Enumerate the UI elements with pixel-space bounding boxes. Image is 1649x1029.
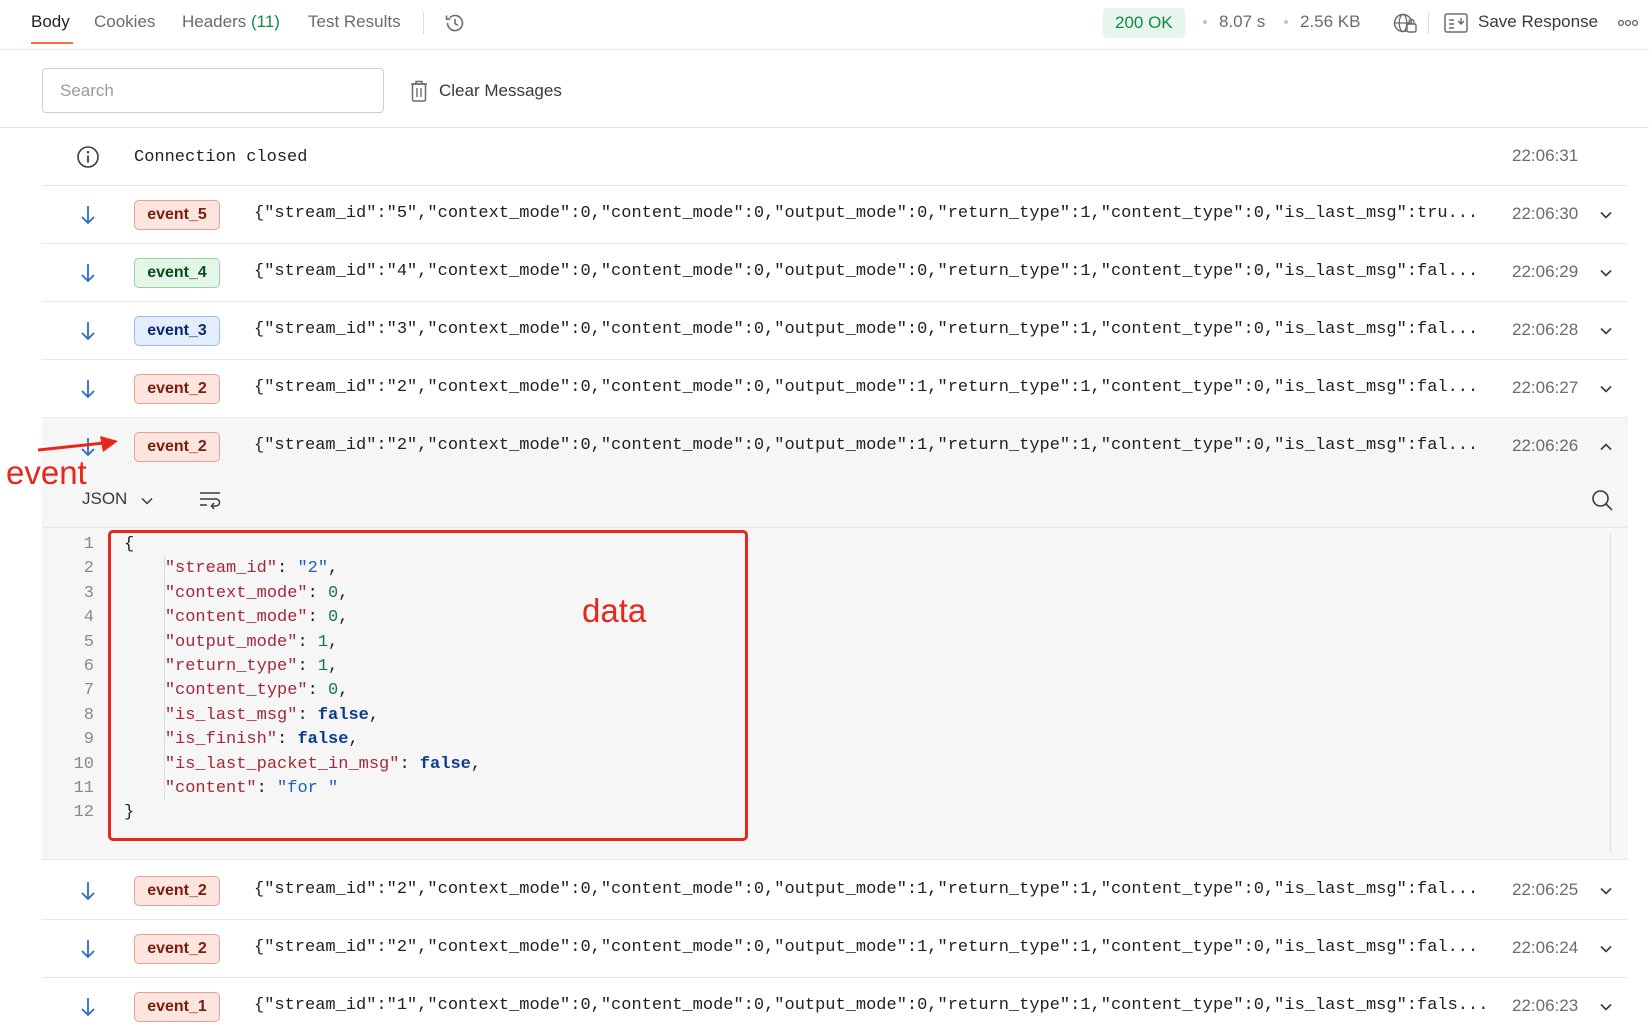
data-highlight-box: [108, 530, 748, 841]
separator-dot: [1203, 20, 1207, 24]
line-number: 12: [73, 803, 94, 823]
save-response-button[interactable]: Save Response: [1478, 12, 1598, 32]
message-row[interactable]: event_1 {"stream_id":"1","context_mode":…: [42, 978, 1628, 1029]
globe-icon[interactable]: [1392, 11, 1418, 35]
message-payload: {"stream_id":"2","context_mode":0,"conte…: [254, 378, 1479, 397]
chevron-up-icon[interactable]: [1598, 439, 1614, 455]
message-time: 22:06:28: [1512, 320, 1579, 339]
message-row[interactable]: event_2 {"stream_id":"2","context_mode":…: [42, 418, 1628, 476]
arrow-down-icon: [81, 940, 95, 959]
more-icon[interactable]: [1617, 16, 1639, 30]
save-icon[interactable]: [1444, 13, 1468, 33]
tab-cookies[interactable]: Cookies: [94, 12, 155, 32]
search-icon[interactable]: [1590, 488, 1614, 512]
event-annotation-label: event: [6, 454, 87, 491]
message-time: 22:06:26: [1512, 436, 1579, 455]
search-input[interactable]: [42, 68, 384, 113]
message-row[interactable]: event_2 {"stream_id":"2","context_mode":…: [42, 360, 1628, 418]
message-time: 22:06:29: [1512, 262, 1579, 281]
tab-headers-label: Headers: [182, 12, 247, 31]
chevron-down-icon[interactable]: [1598, 999, 1614, 1015]
message-text: Connection closed: [134, 148, 308, 167]
message-time: 22:06:27: [1512, 378, 1579, 397]
response-header: Body Cookies Headers (11) Test Results 2…: [0, 0, 1649, 50]
info-icon: [77, 146, 99, 168]
tab-headers-count: (11): [251, 12, 280, 31]
message-row[interactable]: event_2 {"stream_id":"2","context_mode":…: [42, 920, 1628, 978]
message-time: 22:06:30: [1512, 204, 1579, 223]
format-select[interactable]: JSON: [82, 489, 127, 509]
line-number: 4: [83, 608, 94, 628]
event-badge: event_2: [134, 432, 220, 462]
line-number: 7: [83, 681, 94, 701]
line-number: 10: [73, 754, 94, 774]
message-payload: {"stream_id":"3","context_mode":0,"conte…: [254, 320, 1479, 339]
message-time: 22:06:25: [1512, 880, 1579, 899]
status-badge[interactable]: 200 OK: [1103, 8, 1185, 38]
chevron-down-icon[interactable]: [1598, 883, 1614, 899]
event-badge: event_2: [134, 876, 220, 906]
arrow-down-icon: [81, 998, 95, 1017]
chevron-down-icon[interactable]: [1598, 381, 1614, 397]
event-badge: event_3: [134, 316, 220, 346]
message-row[interactable]: event_2 {"stream_id":"2","context_mode":…: [42, 862, 1628, 920]
data-annotation-label: data: [582, 592, 647, 629]
arrow-down-icon: [81, 882, 95, 901]
event-badge: event_5: [134, 200, 220, 230]
tab-test-results[interactable]: Test Results: [308, 12, 401, 32]
event-badge: event_2: [134, 934, 220, 964]
detail-toolbar: JSON: [42, 472, 1628, 528]
tab-headers[interactable]: Headers (11): [182, 12, 280, 32]
chevron-down-icon[interactable]: [140, 494, 154, 508]
message-row[interactable]: event_4 {"stream_id":"4","context_mode":…: [42, 244, 1628, 302]
event-badge: event_2: [134, 374, 220, 404]
chevron-down-icon[interactable]: [1598, 941, 1614, 957]
trash-icon[interactable]: [409, 79, 429, 103]
active-tab-indicator: [31, 42, 73, 44]
message-payload: {"stream_id":"2","context_mode":0,"conte…: [254, 938, 1479, 957]
clear-messages-button[interactable]: Clear Messages: [439, 81, 562, 101]
event-badge: event_1: [134, 992, 220, 1022]
message-payload: {"stream_id":"4","context_mode":0,"conte…: [254, 262, 1479, 281]
line-number: 5: [83, 632, 94, 652]
code-scrollbar[interactable]: [1610, 534, 1611, 852]
chevron-down-icon[interactable]: [1598, 207, 1614, 223]
arrow-down-icon: [81, 322, 95, 341]
line-number: 3: [83, 583, 94, 603]
response-size[interactable]: 2.56 KB: [1300, 12, 1361, 32]
arrow-down-icon: [81, 380, 95, 399]
tab-body[interactable]: Body: [31, 12, 70, 32]
divider: [1428, 12, 1429, 34]
message-payload: {"stream_id":"5","context_mode":0,"conte…: [254, 204, 1479, 223]
message-time: 22:06:23: [1512, 996, 1579, 1015]
line-number: 2: [83, 559, 94, 579]
message-payload: {"stream_id":"2","context_mode":0,"conte…: [254, 880, 1479, 899]
line-number: 6: [83, 657, 94, 676]
message-row[interactable]: event_3 {"stream_id":"3","context_mode":…: [42, 302, 1628, 360]
divider: [423, 12, 424, 34]
message-time: 22:06:24: [1512, 938, 1579, 957]
arrow-down-icon: [81, 264, 95, 283]
chevron-down-icon[interactable]: [1598, 265, 1614, 281]
chevron-down-icon[interactable]: [1598, 323, 1614, 339]
line-number: 9: [83, 730, 94, 750]
line-number: 1: [83, 535, 94, 554]
history-icon[interactable]: [443, 11, 467, 35]
event-badge: event_4: [134, 258, 220, 288]
separator-dot: [1284, 20, 1288, 24]
arrow-down-icon: [81, 206, 95, 225]
annotation-arrow-icon: [38, 436, 118, 452]
wrap-icon[interactable]: [198, 489, 222, 511]
message-row[interactable]: Connection closed 22:06:31: [42, 128, 1628, 186]
message-payload: {"stream_id":"1","context_mode":0,"conte…: [254, 996, 1489, 1015]
message-row[interactable]: event_5 {"stream_id":"5","context_mode":…: [42, 186, 1628, 244]
message-time: 22:06:31: [1512, 146, 1579, 165]
line-number: 8: [83, 705, 94, 725]
response-time[interactable]: 8.07 s: [1219, 12, 1265, 32]
message-payload: {"stream_id":"2","context_mode":0,"conte…: [254, 436, 1479, 455]
line-number: 11: [73, 779, 94, 798]
